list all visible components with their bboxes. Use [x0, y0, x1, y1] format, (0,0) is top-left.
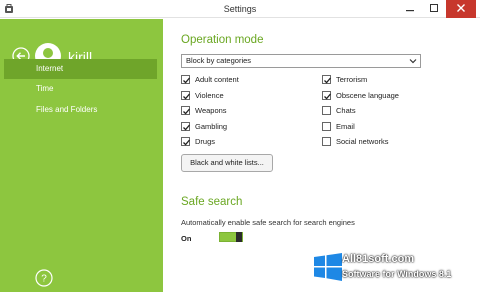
- mode-dropdown-value: Block by categories: [186, 56, 252, 65]
- checkmark-icon: [183, 108, 190, 115]
- category-terrorism[interactable]: Terrorism: [322, 74, 367, 85]
- checkmark-icon: [183, 124, 190, 131]
- black-and-white-lists-button[interactable]: Black and white lists...: [181, 154, 273, 172]
- sidebar: kirill Internet Time Files and Folders ?: [0, 19, 163, 292]
- checkmark-icon: [183, 93, 190, 100]
- title-bar: Settings: [0, 0, 480, 18]
- safe-search-title: Safe search: [181, 196, 243, 208]
- svg-text:?: ?: [41, 274, 47, 285]
- category-label: Drugs: [195, 137, 216, 146]
- category-email[interactable]: Email: [322, 121, 355, 132]
- safe-search-state-label: On: [181, 234, 192, 243]
- sidebar-item-internet[interactable]: Internet: [4, 59, 157, 79]
- safe-search-toggle[interactable]: [219, 232, 243, 242]
- watermark-site: All81soft.com: [342, 253, 415, 265]
- category-violence[interactable]: Violence: [181, 90, 224, 101]
- category-label: Adult content: [195, 75, 239, 84]
- checkbox[interactable]: [181, 75, 190, 84]
- toggle-knob[interactable]: [236, 232, 242, 242]
- checkmark-icon: [324, 77, 331, 84]
- category-label: Chats: [336, 106, 356, 115]
- category-social-networks[interactable]: Social networks: [322, 136, 389, 147]
- category-label: Social networks: [336, 137, 389, 146]
- checkbox[interactable]: [181, 91, 190, 100]
- checkbox[interactable]: [181, 106, 190, 115]
- checkbox[interactable]: [181, 137, 190, 146]
- checkmark-icon: [183, 139, 190, 146]
- category-obscene-language[interactable]: Obscene language: [322, 90, 399, 101]
- checkbox[interactable]: [322, 106, 331, 115]
- watermark: [308, 244, 480, 292]
- category-label: Violence: [195, 91, 224, 100]
- category-drugs[interactable]: Drugs: [181, 136, 215, 147]
- checkbox[interactable]: [322, 137, 331, 146]
- category-label: Gambling: [195, 122, 228, 131]
- minimize-icon: [406, 4, 414, 14]
- watermark-subtitle: Software for Windows 8.1: [342, 269, 452, 279]
- chevron-down-icon: [409, 56, 417, 66]
- checkbox[interactable]: [322, 75, 331, 84]
- category-label: Obscene language: [336, 91, 399, 100]
- category-gambling[interactable]: Gambling: [181, 121, 227, 132]
- minimize-button[interactable]: [398, 0, 422, 18]
- help-button[interactable]: ?: [35, 269, 53, 287]
- sidebar-item-files-and-folders[interactable]: Files and Folders: [4, 100, 157, 120]
- checkmark-icon: [183, 77, 190, 84]
- maximize-icon: [430, 4, 438, 14]
- category-label: Email: [336, 122, 355, 131]
- category-chats[interactable]: Chats: [322, 105, 356, 116]
- help-icon: ?: [35, 269, 53, 287]
- mode-dropdown[interactable]: Block by categories: [181, 54, 421, 68]
- checkbox[interactable]: [322, 122, 331, 131]
- category-label: Weapons: [195, 106, 227, 115]
- category-weapons[interactable]: Weapons: [181, 105, 227, 116]
- category-adult-content[interactable]: Adult content: [181, 74, 239, 85]
- safe-search-description: Automatically enable safe search for sea…: [181, 218, 355, 227]
- checkbox[interactable]: [181, 122, 190, 131]
- sidebar-item-time[interactable]: Time: [4, 79, 157, 99]
- checkbox[interactable]: [322, 91, 331, 100]
- close-icon: [457, 4, 465, 14]
- operation-mode-title: Operation mode: [181, 34, 264, 46]
- close-button[interactable]: [446, 0, 476, 18]
- windows-logo-icon: [314, 253, 342, 281]
- checkmark-icon: [324, 93, 331, 100]
- category-label: Terrorism: [336, 75, 368, 84]
- maximize-button[interactable]: [422, 0, 446, 18]
